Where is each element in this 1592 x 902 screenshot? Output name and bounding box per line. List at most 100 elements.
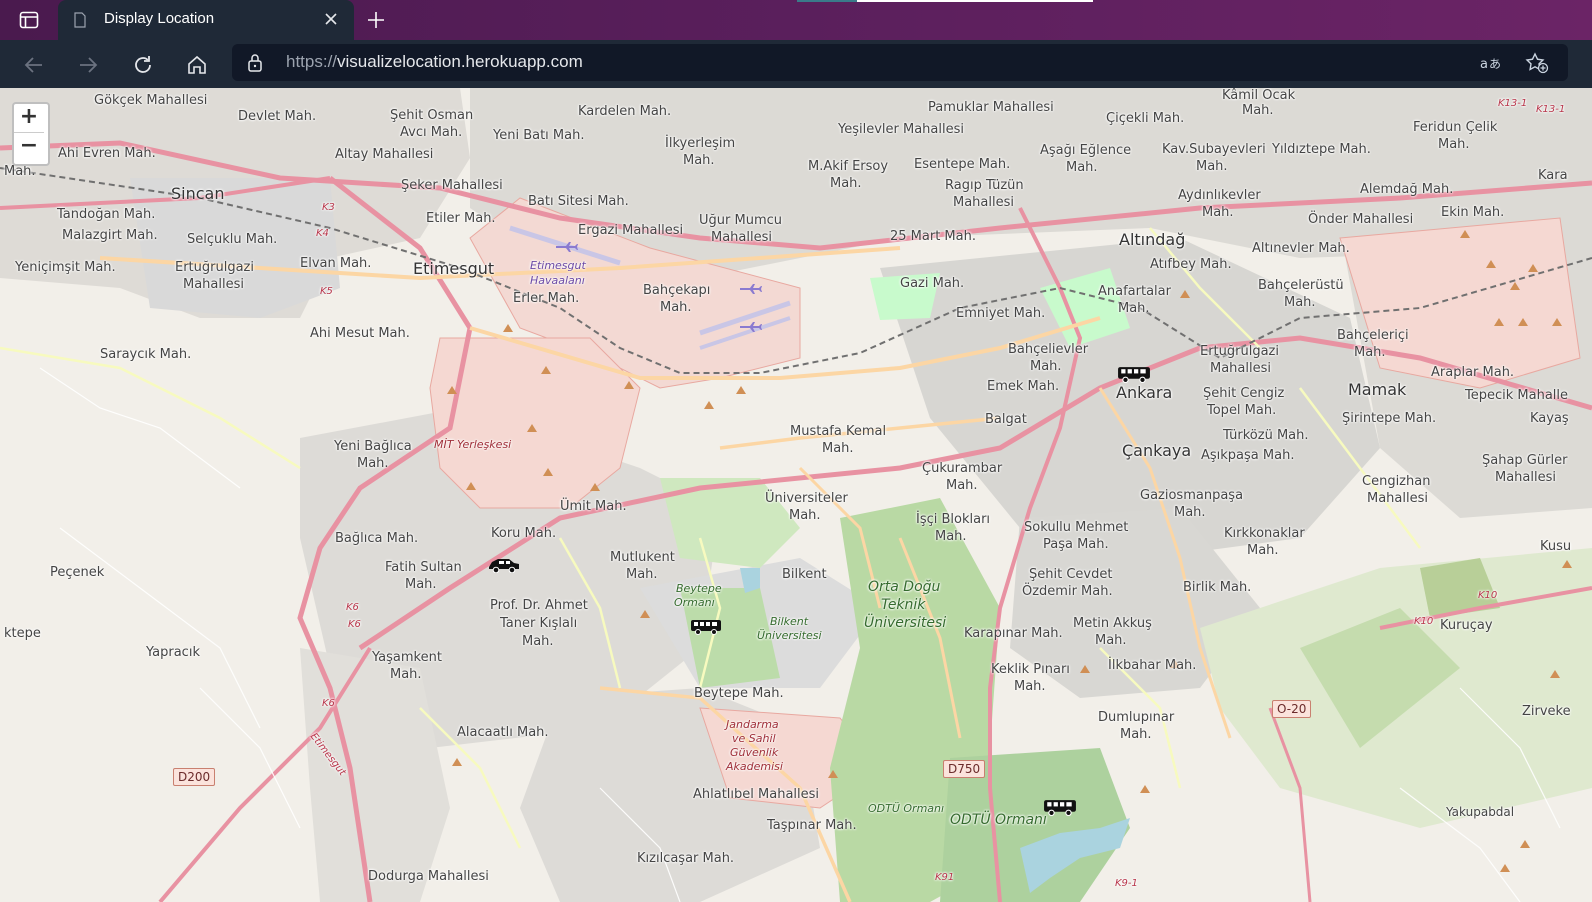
bus-icon[interactable] [1043, 799, 1077, 816]
bus-icon[interactable] [1117, 366, 1151, 383]
place-label: Mahallesi [711, 230, 772, 245]
place-label: Mah. [1247, 543, 1279, 558]
place-label: Mahallesi [1495, 470, 1556, 485]
place-label: Jandarma [726, 718, 779, 731]
place-label: Şahap Gürler [1482, 453, 1568, 468]
place-label: Ahi Mesut Mah. [310, 326, 410, 341]
zoom-control: + − [12, 102, 50, 166]
place-label: Pamuklar Mahallesi [928, 100, 1054, 115]
url-protocol: https:// [286, 52, 338, 71]
place-label: Mah. [935, 529, 967, 544]
lock-icon[interactable] [246, 53, 264, 73]
zoom-out-button[interactable]: − [14, 133, 44, 161]
forward-icon[interactable] [73, 50, 103, 80]
url-host: visualizelocation.herokuapp.com [337, 52, 583, 71]
place-label: Tepecik Mahalle [1465, 388, 1569, 403]
active-tab[interactable]: Display Location [58, 0, 354, 40]
svg-text:a: a [1480, 57, 1488, 72]
place-label: Anafartalar [1098, 284, 1171, 299]
place-label: Mah. [1438, 137, 1470, 152]
place-label: İlkyerleşim [665, 136, 736, 151]
place-label: Karapınar Mah. [964, 626, 1063, 641]
favorite-add-icon[interactable] [1524, 51, 1550, 75]
road-ref: K6 [348, 619, 361, 630]
place-label: Üniversitesi [864, 615, 947, 631]
place-label: Ahlatlıbel Mahallesi [693, 787, 820, 802]
place-label: Alemdağ Mah. [1360, 182, 1454, 197]
road-ref: K6 [322, 698, 335, 709]
place-label: Üniversiteler [765, 491, 848, 506]
place-label: Gaziosmanpaşa [1140, 488, 1244, 503]
place-label: Mah. [1196, 159, 1228, 174]
car-icon[interactable] [487, 557, 521, 573]
place-label: Koru Mah. [491, 526, 557, 541]
place-label: Kızılcaşar Mah. [637, 851, 735, 866]
place-label: Dodurga Mahallesi [368, 869, 489, 884]
close-icon[interactable] [322, 10, 340, 28]
zoom-in-button[interactable]: + [14, 104, 44, 133]
place-label: Zirveke [1522, 704, 1571, 719]
place-label: Yıldıztepe Mah. [1272, 142, 1371, 157]
place-label: Gökçek Mahallesi [94, 93, 208, 108]
place-label: Şehit Cevdet [1029, 567, 1113, 582]
place-label: Çankaya [1122, 441, 1192, 460]
page-icon [74, 12, 86, 28]
tab-divider [857, 0, 1093, 2]
place-label: Kusu [1540, 539, 1572, 554]
place-label: Elvan Mah. [300, 256, 372, 271]
place-label: Mah. [4, 164, 36, 179]
place-label: Mah. [660, 300, 692, 315]
bus-icon[interactable] [690, 619, 722, 635]
home-icon[interactable] [182, 50, 212, 80]
place-label: Kuruçay [1440, 618, 1493, 633]
place-label: Mah. [1202, 205, 1234, 220]
place-label: Altınevler Mah. [1252, 241, 1350, 256]
place-label: Çukurambar [922, 461, 1003, 476]
address-bar[interactable]: https://visualizelocation.herokuapp.com … [232, 44, 1568, 81]
place-label: Mah. [822, 441, 854, 456]
road-ref: K6 [346, 602, 359, 613]
place-label: Balgat [985, 412, 1027, 427]
place-label: Özdemir Mah. [1022, 584, 1113, 599]
place-label: Ergazi Mahallesi [578, 223, 684, 238]
place-label: Prof. Dr. Ahmet [490, 598, 588, 613]
place-label: Atıfbey Mah. [1150, 257, 1232, 272]
place-label: ODTÜ Ormanı [950, 812, 1047, 828]
place-label: Altındağ [1119, 230, 1186, 249]
tab-actions-icon[interactable] [10, 6, 48, 34]
place-label: Mah. [1118, 301, 1150, 316]
place-label: Bilkent [770, 615, 809, 628]
place-label: Bağlıca Mah. [335, 531, 419, 546]
place-label: Emek Mah. [987, 379, 1060, 394]
url-text[interactable]: https://visualizelocation.herokuapp.com [286, 52, 583, 72]
place-label: Mah. [789, 508, 821, 523]
plus-icon[interactable] [364, 8, 388, 32]
place-label: Mah. [683, 153, 715, 168]
place-label: Mahallesi [1367, 491, 1428, 506]
place-label: Mah. [1066, 160, 1098, 175]
place-label: Mah. [1120, 727, 1152, 742]
place-label: Kırkkonaklar [1224, 526, 1305, 541]
place-label: Cengizhan [1362, 474, 1431, 489]
place-label: Etiler Mah. [426, 211, 496, 226]
road-shield: D750 [943, 760, 986, 778]
road-shield: O-20 [1272, 700, 1312, 718]
road-ref: K4 [316, 228, 329, 239]
place-label: Mah. [405, 577, 437, 592]
back-icon[interactable] [19, 50, 49, 80]
place-label: Kav.Subayevleri [1162, 142, 1266, 157]
place-label: Mah. [830, 176, 862, 191]
place-label: Fatih Sultan [385, 560, 462, 575]
place-label: Feridun Çelik [1413, 120, 1498, 135]
place-label: Teknik [881, 597, 926, 613]
read-aloud-icon[interactable]: aあ [1478, 51, 1504, 75]
place-label: Akademisi [726, 760, 783, 773]
map-view[interactable]: Gökçek Mahallesi Devlet Mah. Şehit Osman… [0, 88, 1592, 902]
place-label: Alacaatlı Mah. [457, 725, 549, 740]
place-label: Üniversitesi [757, 629, 822, 642]
place-label: Mahallesi [953, 195, 1014, 210]
tab-divider [797, 0, 857, 2]
refresh-icon[interactable] [128, 50, 158, 80]
place-label: Çiçekli Mah. [1106, 111, 1185, 126]
place-label: Avcı Mah. [400, 125, 463, 140]
